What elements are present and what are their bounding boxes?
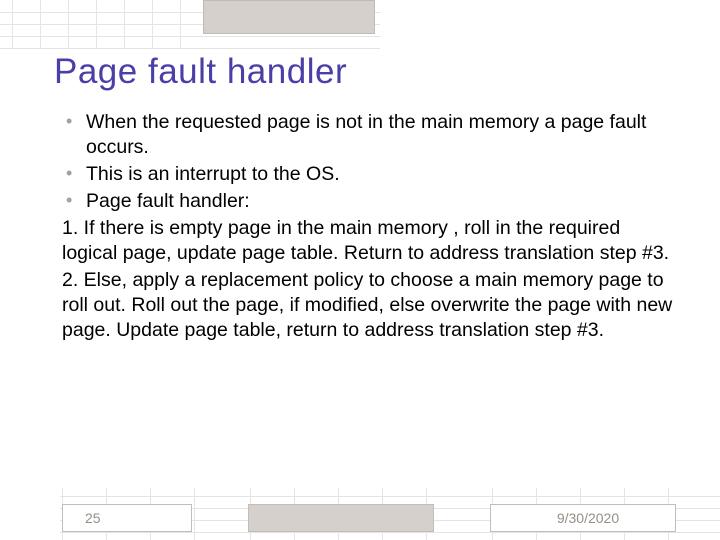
bullet-item: When the requested page is not in the ma… <box>62 110 674 160</box>
bullet-item: This is an interrupt to the OS. <box>62 162 674 187</box>
slide: Page fault handler When the requested pa… <box>0 0 720 540</box>
numbered-item: 1. If there is empty page in the main me… <box>62 216 674 266</box>
bullet-text: When the requested page is not in the ma… <box>86 111 646 158</box>
slide-footer: 25 9/30/2020 <box>0 488 720 540</box>
slide-body: When the requested page is not in the ma… <box>62 110 674 345</box>
slide-number-text: 25 <box>85 510 101 526</box>
numbered-item: 2. Else, apply a replacement policy to c… <box>62 268 674 343</box>
slide-number: 25 <box>62 504 192 532</box>
footer-shaded-block <box>248 504 434 532</box>
slide-date-text: 9/30/2020 <box>557 510 619 526</box>
bullet-item: Page fault handler: <box>62 189 674 214</box>
top-shaded-block <box>203 0 375 34</box>
bullet-text: This is an interrupt to the OS. <box>86 163 340 185</box>
slide-title: Page fault handler <box>54 52 347 92</box>
bullet-text: Page fault handler: <box>86 190 250 212</box>
numbered-text: 2. Else, apply a replacement policy to c… <box>62 269 672 341</box>
numbered-text: 1. If there is empty page in the main me… <box>62 217 669 264</box>
slide-date: 9/30/2020 <box>490 504 676 532</box>
